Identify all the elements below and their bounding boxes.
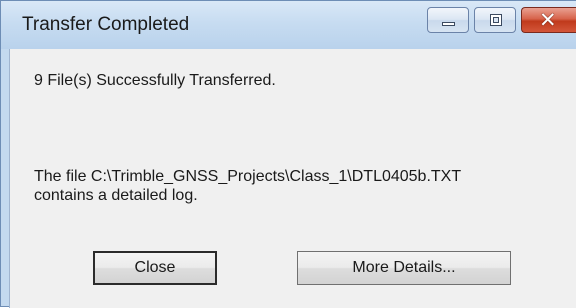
title-bar[interactable]: Transfer Completed ✕ bbox=[1, 1, 576, 49]
log-file-message: The file C:\Trimble_GNSS_Projects\Class_… bbox=[34, 167, 554, 205]
more-details-button[interactable]: More Details... bbox=[297, 251, 511, 285]
log-file-description-line: contains a detailed log. bbox=[34, 187, 198, 204]
minimize-icon bbox=[442, 22, 455, 26]
close-button[interactable]: Close bbox=[93, 251, 217, 285]
window-title: Transfer Completed bbox=[22, 14, 190, 35]
maximize-button[interactable] bbox=[474, 7, 516, 33]
maximize-icon bbox=[490, 14, 502, 26]
dialog-body: 9 File(s) Successfully Transferred. The … bbox=[9, 49, 576, 308]
minimize-button[interactable] bbox=[427, 7, 469, 33]
log-file-path-line: The file C:\Trimble_GNSS_Projects\Class_… bbox=[34, 168, 462, 185]
transfer-summary-text: 9 File(s) Successfully Transferred. bbox=[34, 72, 276, 89]
close-icon: ✕ bbox=[539, 8, 557, 32]
transfer-completed-dialog: Transfer Completed ✕ 9 File(s) Successfu… bbox=[0, 0, 576, 308]
window-close-button[interactable]: ✕ bbox=[521, 7, 576, 33]
